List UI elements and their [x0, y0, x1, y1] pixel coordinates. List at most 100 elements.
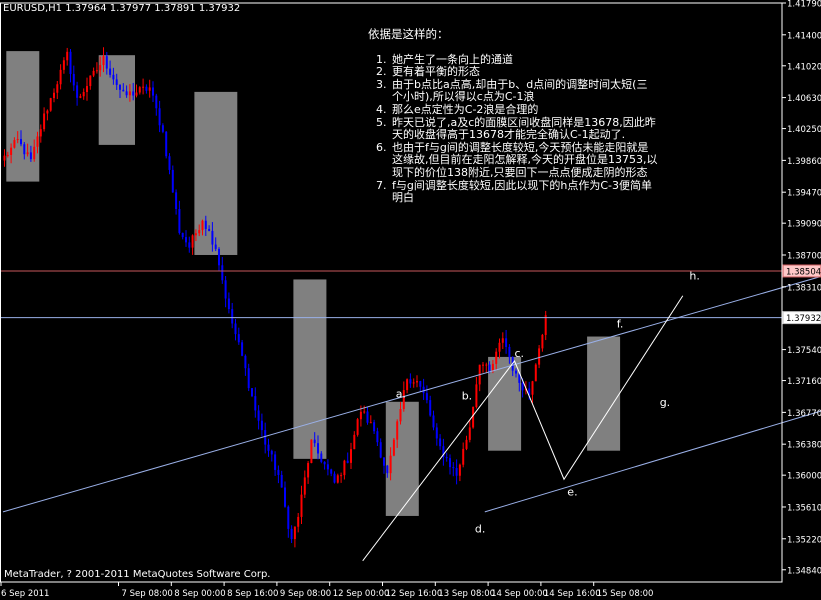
note-item: 更有着平衡的形态 [390, 66, 658, 79]
candle-body [373, 422, 376, 432]
candle-body [214, 244, 217, 249]
candle-body [204, 220, 207, 230]
candle-body [155, 95, 158, 109]
candle-body [125, 91, 128, 96]
candle-body [221, 265, 224, 281]
candle-body [369, 422, 372, 424]
candle-body [462, 448, 465, 465]
candle-body [458, 464, 461, 476]
candle-body [148, 87, 151, 91]
candle-body [290, 528, 293, 540]
candle-body [346, 460, 349, 463]
candle-body [89, 75, 92, 87]
candle-body [505, 338, 508, 347]
candle-body [267, 444, 270, 451]
note-item: 由于b点比a点高,却由于b、d点间的调整时间太短(三个小时),所以得以c点为C-… [390, 78, 658, 104]
candle-body [46, 110, 49, 114]
candle-body [175, 192, 178, 209]
candle-body [287, 506, 290, 529]
candle-body [445, 457, 448, 459]
y-tick-label: 1.41020 [787, 62, 821, 72]
candle-body [138, 87, 141, 93]
y-tick-label: 1.36770 [787, 409, 821, 419]
candle-body [495, 351, 498, 364]
note-list: 她产生了一条向上的通道 更有着平衡的形态 由于b点比a点高,却由于b、d点间的调… [368, 53, 658, 205]
candle-body [10, 147, 13, 155]
candle-body [227, 298, 230, 310]
y-tick-label: 1.39470 [787, 189, 821, 199]
open-value: 1.37964 [65, 3, 107, 14]
candle-body [82, 92, 85, 97]
candle-body [310, 439, 313, 464]
candle-body [152, 87, 154, 96]
candle-body [241, 342, 244, 356]
candle-body [488, 364, 491, 372]
candle-body [79, 96, 82, 98]
y-tick-label: 1.37540 [787, 346, 821, 356]
candle-body [59, 69, 62, 85]
candle-body [247, 368, 250, 389]
candle-body [244, 355, 247, 369]
candle-body [145, 86, 148, 91]
candle-body [468, 427, 471, 440]
candle-body [165, 131, 168, 157]
candle-body [188, 242, 191, 248]
candle-body [439, 438, 442, 447]
candle-body [340, 475, 343, 477]
candle-body [29, 152, 32, 160]
candle-body [389, 455, 392, 474]
candle-body [284, 487, 286, 507]
symbol-label: EURUSD,H1 [3, 3, 63, 14]
candle-body [498, 342, 501, 352]
wave-label: g. [660, 396, 670, 409]
candle-body [333, 473, 336, 483]
candle-body [452, 467, 455, 469]
candle-body [412, 382, 415, 384]
x-tick-label: 6 Sep 2011 [1, 589, 49, 599]
candle-body [422, 386, 425, 394]
y-tick-label: 1.34840 [787, 566, 821, 576]
candle-body [343, 460, 346, 476]
candle-body [270, 450, 273, 455]
wave-label: e. [567, 486, 577, 499]
candle-body [366, 411, 369, 423]
candle-body [16, 139, 19, 141]
wave-label: a. [396, 388, 406, 401]
candle-body [465, 439, 468, 449]
candle-body [376, 431, 379, 443]
candle-body [280, 474, 283, 488]
y-tick-label: 1.35220 [787, 535, 821, 545]
range-box [587, 336, 621, 451]
candle-body [181, 232, 184, 238]
candle-body [178, 208, 181, 233]
candle-body [336, 475, 339, 483]
candle-body [521, 382, 524, 391]
candle-body [224, 280, 227, 299]
candle-body [396, 421, 399, 440]
high-value: 1.37977 [109, 3, 152, 14]
candle-body [53, 92, 55, 99]
candle-body [168, 156, 171, 170]
y-tick-label: 1.40250 [787, 125, 821, 135]
channel-line [484, 410, 821, 513]
candle-body [274, 454, 277, 470]
candle-body [383, 457, 385, 466]
x-tick-label: 7 Sep 08:00 [122, 589, 173, 599]
candle-body [231, 309, 234, 324]
candle-body [13, 140, 16, 148]
y-tick-label: 1.38700 [787, 251, 821, 261]
symbol-readout: EURUSD,H1 1.37964 1.37977 1.37891 1.3793… [3, 3, 240, 14]
candle-body [435, 427, 438, 439]
note-heading: 依据是这样的： [368, 27, 449, 41]
candle-body [303, 477, 306, 495]
candle-body [300, 494, 303, 517]
candle-body [379, 442, 382, 458]
candle-body [307, 463, 310, 478]
candle-body [6, 154, 9, 156]
candle-body [330, 469, 333, 474]
candle-body [122, 89, 125, 92]
candle-body [432, 415, 435, 428]
candle-body [409, 379, 412, 384]
candle-body [135, 92, 138, 96]
candle-body [39, 129, 42, 137]
